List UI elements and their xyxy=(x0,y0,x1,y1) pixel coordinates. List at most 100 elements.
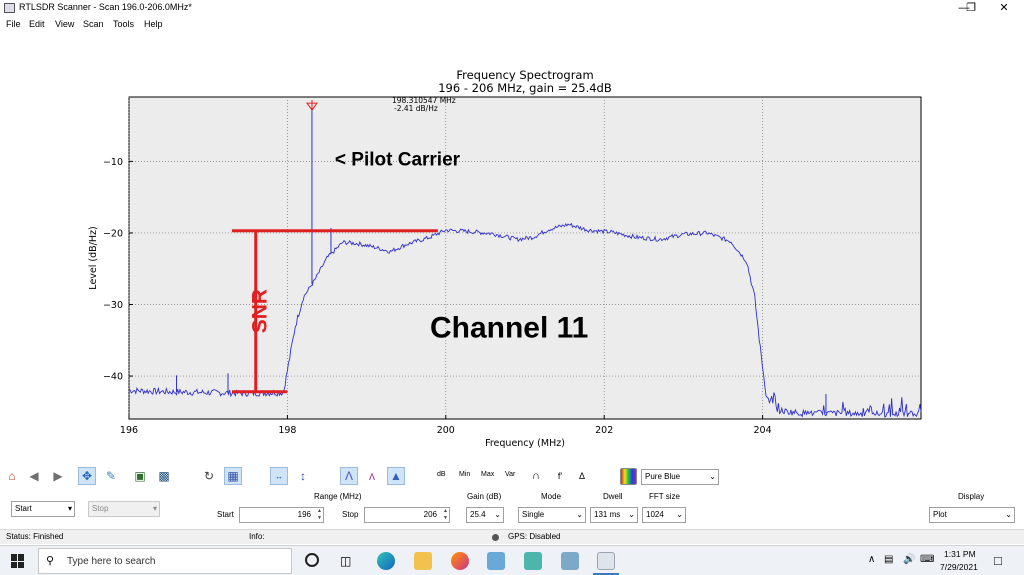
window-title: RTLSDR Scanner - Scan 196.0-206.0MHz* xyxy=(19,2,192,12)
menu-file[interactable]: File xyxy=(6,19,21,29)
axes-background xyxy=(128,96,922,420)
gps-indicator-icon xyxy=(492,534,499,541)
start-frequency-input[interactable]: 196 ▲ ▼ xyxy=(239,507,324,523)
mode-select[interactable]: Single ⌄ xyxy=(518,507,586,523)
cortana-icon[interactable] xyxy=(305,553,319,567)
app-icon-1[interactable] xyxy=(487,552,505,570)
forward-icon[interactable]: ▶ xyxy=(49,467,67,485)
info-text: Info: xyxy=(249,532,265,541)
peak-icon[interactable]: Λ xyxy=(340,467,358,485)
home-icon[interactable]: ⌂ xyxy=(3,467,21,485)
scan-controls: Start ▾ Stop ▾ Range (MHz) Start 196 ▲ ▼ Sto… xyxy=(0,488,1024,528)
volume-icon[interactable]: 🔊 xyxy=(903,554,915,565)
display-label: Display xyxy=(958,492,985,501)
rtlsdr-scanner-taskbar-icon[interactable] xyxy=(597,552,615,570)
window-title-bar: RTLSDR Scanner - Scan 196.0-206.0MHz* — … xyxy=(0,0,1024,16)
taskbar-search-input[interactable]: ⚲ Type here to search xyxy=(38,548,292,574)
status-bar: Status: Finished Info: GPS: Disabled xyxy=(0,529,1024,544)
colormap-icon xyxy=(620,468,637,485)
range-label: Range (MHz) xyxy=(314,492,362,501)
chevron-up-icon[interactable]: ∧ xyxy=(868,554,875,565)
search-icon: ⚲ xyxy=(46,555,55,567)
chevron-down-icon: ▾ xyxy=(67,504,72,513)
taskbar-date[interactable]: 7/29/2021 xyxy=(940,562,978,572)
spectrum-chart[interactable]: Frequency Spectrogram 196 - 206 MHz, gai… xyxy=(0,34,1024,462)
status-text: Status: Finished xyxy=(6,532,64,541)
windows-start-icon[interactable] xyxy=(11,554,25,568)
menu-tools[interactable]: Tools xyxy=(113,19,134,29)
peaks-icon[interactable]: ʌ xyxy=(363,467,381,485)
min-button[interactable]: Min xyxy=(459,471,470,478)
menu-scan[interactable]: Scan xyxy=(83,19,104,29)
y-tick-label: −40 xyxy=(103,372,123,383)
stop-button[interactable]: Stop ▾ xyxy=(88,501,160,517)
chevron-down-icon: ⌄ xyxy=(628,510,635,519)
plot-area[interactable]: Frequency Spectrogram 196 - 206 MHz, gai… xyxy=(0,34,1024,462)
db-icon[interactable]: dB xyxy=(437,471,446,478)
notifications-icon[interactable]: □ xyxy=(994,553,1002,568)
refresh-icon[interactable]: ↻ xyxy=(200,467,218,485)
network-icon[interactable]: ▤ xyxy=(884,554,893,565)
taskbar-time[interactable]: 1:31 PM xyxy=(944,549,976,559)
chart-subtitle: 196 - 206 MHz, gain = 25.4dB xyxy=(438,81,612,95)
delta-icon[interactable]: Δ xyxy=(573,467,591,485)
subplots-icon[interactable]: ▣ xyxy=(131,467,149,485)
spinner-icon: ▲ ▼ xyxy=(443,508,448,521)
smooth-icon[interactable]: ∩ xyxy=(527,467,545,485)
x-tick-label: 202 xyxy=(595,425,613,436)
edge-browser-icon[interactable] xyxy=(377,552,395,570)
stop-frequency-input[interactable]: 206 ▲ ▼ xyxy=(364,507,450,523)
mode-label: Mode xyxy=(541,492,562,501)
app-icon-2[interactable] xyxy=(524,552,542,570)
pan-icon[interactable]: ✥ xyxy=(78,467,96,485)
app-icon-3[interactable] xyxy=(561,552,579,570)
derivative-icon[interactable]: f' xyxy=(551,467,569,485)
channel-annotation: Channel 11 xyxy=(430,311,588,344)
y-tick-label: −30 xyxy=(103,300,123,311)
var-button[interactable]: Var xyxy=(505,471,515,478)
y-tick-label: −20 xyxy=(103,228,123,239)
close-icon[interactable]: ✕ xyxy=(984,0,1024,16)
stop-label: Stop xyxy=(342,510,359,519)
firefox-icon[interactable] xyxy=(451,552,469,570)
file-explorer-icon[interactable] xyxy=(414,552,432,570)
fft-size-select[interactable]: 1024 ⌄ xyxy=(642,507,686,523)
x-tick-label: 198 xyxy=(278,425,296,436)
taskbar: ⚲ Type here to search ◫ ∧ ▤ 🔊 ⌨ 1:31 PM … xyxy=(0,545,1024,575)
language-icon[interactable]: ⌨ xyxy=(920,554,934,565)
y-axis-label: Level (dB/Hz) xyxy=(88,226,99,289)
dwell-label: Dwell xyxy=(603,492,623,501)
back-icon[interactable]: ◀ xyxy=(25,467,43,485)
edit-icon[interactable]: ✎ xyxy=(102,467,120,485)
max-button[interactable]: Max xyxy=(481,471,494,478)
chevron-down-icon: ⌄ xyxy=(1005,510,1012,519)
chevron-down-icon: ⌄ xyxy=(709,472,716,481)
chart-title: Frequency Spectrogram xyxy=(456,68,593,82)
chevron-down-icon: ⌄ xyxy=(676,510,683,519)
x-axis-label: Frequency (MHz) xyxy=(485,438,565,449)
chevron-down-icon: ⌄ xyxy=(576,510,583,519)
fill-icon[interactable]: ▲ xyxy=(387,467,405,485)
save-icon[interactable]: ▩ xyxy=(155,467,173,485)
gain-select[interactable]: 25.4 ⌄ xyxy=(466,507,504,523)
gps-status-text: GPS: Disabled xyxy=(508,532,561,541)
dwell-select[interactable]: 131 ms ⌄ xyxy=(590,507,638,523)
start-button[interactable]: Start ▾ xyxy=(11,501,75,517)
gain-label: Gain (dB) xyxy=(467,492,502,501)
x-tick-label: 204 xyxy=(754,425,772,436)
x-tick-label: 200 xyxy=(437,425,455,436)
display-select[interactable]: Plot ⌄ xyxy=(929,507,1015,523)
autoscale-y-icon[interactable]: ↕ xyxy=(294,467,312,485)
search-placeholder: Type here to search xyxy=(67,556,156,567)
menu-help[interactable]: Help xyxy=(144,19,163,29)
task-view-icon[interactable]: ◫ xyxy=(340,554,351,568)
snr-annotation: SNR xyxy=(249,289,272,333)
colormap-select[interactable]: Pure Blue ⌄ xyxy=(641,469,719,485)
menu-edit[interactable]: Edit xyxy=(29,19,45,29)
menu-view[interactable]: View xyxy=(55,19,74,29)
peak-level-label: -2.41 dB/Hz xyxy=(394,104,438,113)
autoscale-x-icon[interactable]: ↔ xyxy=(270,467,288,485)
app-icon xyxy=(4,3,15,13)
grid-icon[interactable]: ▦ xyxy=(224,467,242,485)
y-tick-label: −10 xyxy=(103,157,123,168)
